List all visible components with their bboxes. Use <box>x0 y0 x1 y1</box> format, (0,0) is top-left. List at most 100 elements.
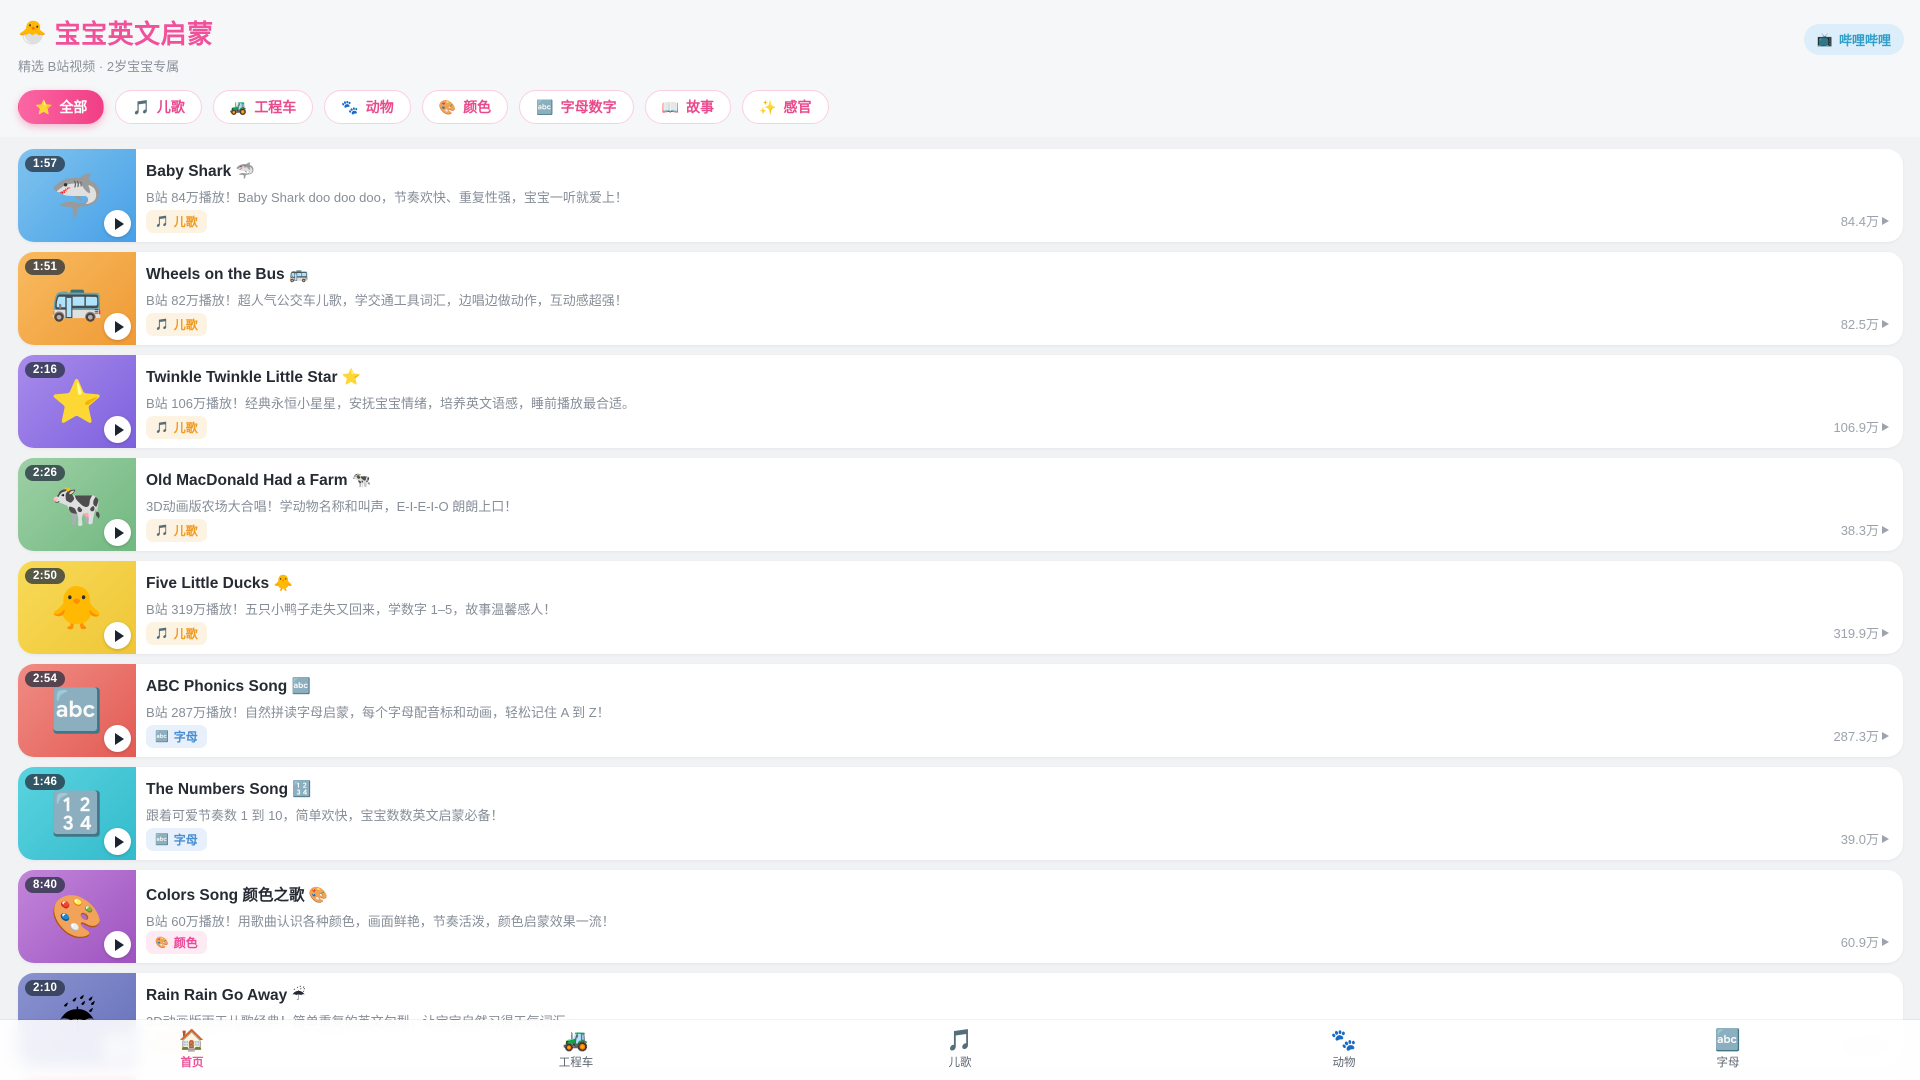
nav-item-label: 字母 <box>1716 1057 1740 1069</box>
tag-label: 儿歌 <box>173 524 198 538</box>
video-thumbnail[interactable]: 8:40 🎨 <box>18 870 136 963</box>
play-icon <box>114 835 124 848</box>
video-info: Baby Shark 🦈 B站 84万播放！Baby Shark doo doo… <box>136 149 1903 242</box>
play-count-value: 287.3万 <box>1833 729 1879 744</box>
video-description: B站 319万播放！五只小鸭子走失又回来，学数字 1–5，故事温馨感人！ <box>146 602 557 617</box>
tag-icon: 🎨 <box>155 937 169 949</box>
tag-icon: 🔤 <box>155 834 169 846</box>
shark-icon: 🦈 <box>50 171 104 219</box>
filter-chip-all[interactable]: ⭐ 全部 <box>18 90 105 124</box>
play-count-value: 106.9万 <box>1833 420 1879 435</box>
video-title: ABC Phonics Song 🔤 <box>146 678 311 695</box>
play-button[interactable] <box>104 622 131 649</box>
play-icon <box>114 629 124 642</box>
category-tag: 🎵 儿歌 <box>146 416 207 439</box>
filter-chip-label: 动物 <box>365 99 394 115</box>
play-count-value: 39.0万 <box>1840 832 1879 847</box>
category-tag: 🎵 儿歌 <box>146 519 207 542</box>
video-info: The Numbers Song 🔢 跟着可爱节奏数 1 到 10，简单欢快，宝… <box>136 767 1903 860</box>
video-thumbnail[interactable]: 1:46 🔢 <box>18 767 136 860</box>
filter-bar: ⭐ 全部 🎵 儿歌 🚜 工程车 🐾 动物 🎨 颜色 🔤 字母数字 📖 故事 ✨ … <box>18 90 1900 137</box>
play-count: 39.0万 <box>1841 829 1889 848</box>
filter-chip-colors[interactable]: 🎨 颜色 <box>421 90 509 124</box>
video-title: Rain Rain Go Away ☔ <box>146 987 306 1004</box>
play-button[interactable] <box>104 828 131 855</box>
play-icon <box>114 217 124 230</box>
filter-chip-label: 字母数字 <box>560 99 617 115</box>
video-title: Wheels on the Bus 🚌 <box>146 266 309 283</box>
play-count-value: 38.3万 <box>1840 523 1879 538</box>
play-count-value: 82.5万 <box>1840 317 1879 332</box>
play-arrow-icon <box>1882 937 1889 946</box>
page-title: 宝宝英文启蒙 <box>54 19 214 49</box>
duration-badge: 2:26 <box>25 465 66 481</box>
video-description: 3D动画版农场大合唱！学动物名称和叫声，E-I-E-I-O 朗朗上口！ <box>146 499 518 514</box>
nav-item-letters[interactable]: 🔤 字母 <box>1536 1030 1920 1070</box>
video-info: Colors Song 颜色之歌 🎨 B站 60万播放！用歌曲认识各种颜色，画面… <box>136 870 1903 963</box>
play-button[interactable] <box>104 519 131 546</box>
filter-chip-label: 感官 <box>783 99 812 115</box>
video-thumbnail[interactable]: 2:54 🔤 <box>18 664 136 757</box>
play-count-value: 319.9万 <box>1833 626 1879 641</box>
tag-icon: 🎵 <box>155 422 169 434</box>
play-button[interactable] <box>104 931 131 958</box>
play-button[interactable] <box>104 416 131 443</box>
duration-badge: 2:10 <box>25 980 66 996</box>
filter-chip-icon: 🐾 <box>341 98 359 115</box>
filter-chip-letters-numbers[interactable]: 🔤 字母数字 <box>519 90 634 124</box>
video-card[interactable]: 8:40 🎨 Colors Song 颜色之歌 🎨 B站 60万播放！用歌曲认识… <box>18 870 1903 963</box>
video-info: Twinkle Twinkle Little Star ⭐ B站 106万播放！… <box>136 355 1903 448</box>
video-card[interactable]: 1:46 🔢 The Numbers Song 🔢 跟着可爱节奏数 1 到 10… <box>18 767 1903 860</box>
filter-chip-trucks[interactable]: 🚜 工程车 <box>212 90 314 124</box>
tag-icon: 🎵 <box>155 628 169 640</box>
filter-chip-icon: 🎵 <box>132 98 150 115</box>
video-card[interactable]: 2:16 ⭐ Twinkle Twinkle Little Star ⭐ B站 … <box>18 355 1903 448</box>
animals-icon: 🐾 <box>1330 1029 1358 1052</box>
play-icon <box>114 526 124 539</box>
tag-label: 儿歌 <box>173 627 198 641</box>
nav-item-label: 儿歌 <box>948 1057 972 1069</box>
play-icon <box>114 732 124 745</box>
tag-icon: 🎵 <box>155 319 169 331</box>
video-card[interactable]: 1:51 🚌 Wheels on the Bus 🚌 B站 82万播放！超人气公… <box>18 252 1903 345</box>
filter-chip-sensory[interactable]: ✨ 感官 <box>742 90 829 124</box>
category-tag: 🎵 儿歌 <box>146 622 207 645</box>
video-card[interactable]: 2:50 🐥 Five Little Ducks 🐥 B站 319万播放！五只小… <box>18 561 1903 654</box>
chick-logo-icon: 🐣 <box>18 19 47 45</box>
nav-item-trucks[interactable]: 🚜 工程车 <box>384 1030 768 1070</box>
play-button[interactable] <box>104 725 131 752</box>
filter-chip-story[interactable]: 📖 故事 <box>644 90 732 124</box>
video-thumbnail[interactable]: 1:51 🚌 <box>18 252 136 345</box>
filter-chip-icon: ⭐ <box>35 98 53 115</box>
video-thumbnail[interactable]: 2:50 🐥 <box>18 561 136 654</box>
play-arrow-icon <box>1882 216 1889 225</box>
category-tag: 🎵 儿歌 <box>146 313 207 336</box>
video-card[interactable]: 2:26 🐄 Old MacDonald Had a Farm 🐄 3D动画版农… <box>18 458 1903 551</box>
filter-chip-songs[interactable]: 🎵 儿歌 <box>115 90 202 124</box>
tag-label: 儿歌 <box>173 215 198 229</box>
nav-item-songs[interactable]: 🎵 儿歌 <box>768 1030 1152 1070</box>
play-icon <box>114 320 124 333</box>
play-count-value: 84.4万 <box>1840 214 1879 229</box>
video-thumbnail[interactable]: 1:57 🦈 <box>18 149 136 242</box>
tag-label: 颜色 <box>173 936 198 950</box>
video-thumbnail[interactable]: 2:16 ⭐ <box>18 355 136 448</box>
play-arrow-icon <box>1882 731 1889 740</box>
filter-chip-label: 故事 <box>686 99 715 115</box>
nav-item-animals[interactable]: 🐾 动物 <box>1152 1030 1536 1070</box>
video-thumbnail[interactable]: 2:26 🐄 <box>18 458 136 551</box>
duration-badge: 2:16 <box>25 362 66 378</box>
filter-chip-animals[interactable]: 🐾 动物 <box>324 90 411 124</box>
play-button[interactable] <box>104 210 131 237</box>
video-card[interactable]: 1:57 🦈 Baby Shark 🦈 B站 84万播放！Baby Shark … <box>18 149 1903 242</box>
nav-item-home[interactable]: 🏠 首页 <box>0 1030 384 1070</box>
video-title: Twinkle Twinkle Little Star ⭐ <box>146 369 362 386</box>
filter-chip-icon: 🎨 <box>438 98 457 115</box>
play-count: 38.3万 <box>1841 520 1889 539</box>
video-card[interactable]: 2:54 🔤 ABC Phonics Song 🔤 B站 287万播放！自然拼读… <box>18 664 1903 757</box>
filter-chip-icon: 🔤 <box>536 98 554 115</box>
category-tag: 🔤 字母 <box>146 725 207 748</box>
tag-icon: 🔤 <box>155 731 169 743</box>
tag-label: 儿歌 <box>173 421 198 435</box>
play-button[interactable] <box>104 313 131 340</box>
